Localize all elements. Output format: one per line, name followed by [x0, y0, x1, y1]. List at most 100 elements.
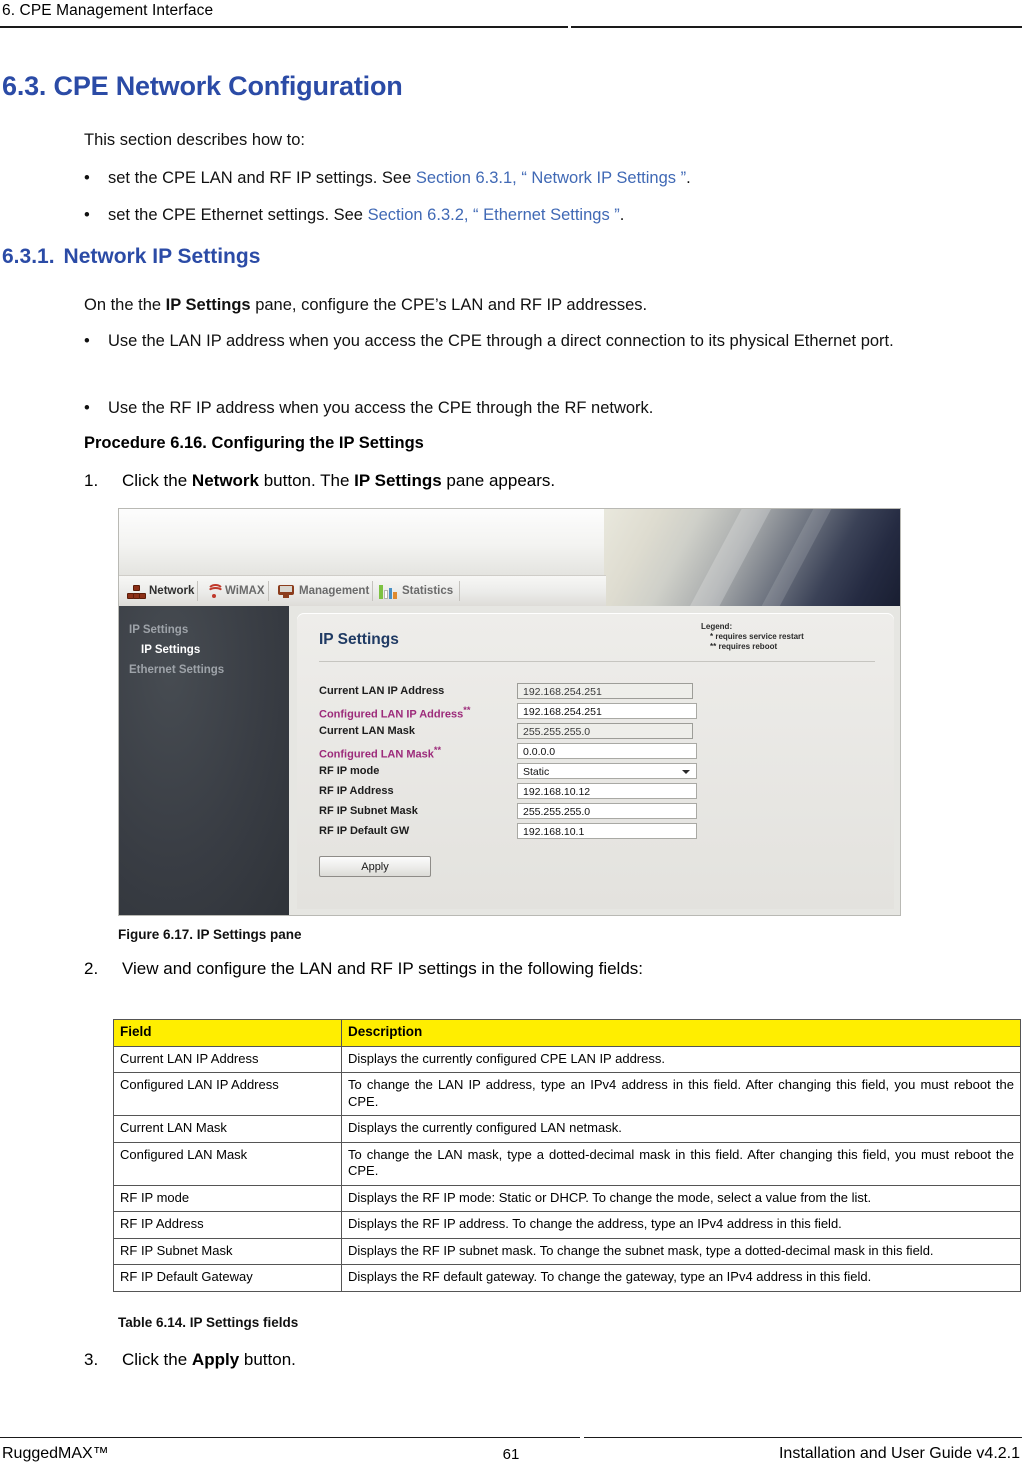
- step-text: Click the Network button. The IP Setting…: [122, 471, 984, 491]
- link-section-6-3-2[interactable]: Section 6.3.2, “ Ethernet Settings ”: [368, 206, 620, 224]
- list-item-text: set the CPE Ethernet settings. See Secti…: [108, 204, 984, 226]
- table-cell-field: Configured LAN IP Address: [113, 1072, 342, 1116]
- field-label-text: Configured LAN Mask: [319, 748, 434, 761]
- bullet-0-pre: set the CPE LAN and RF IP settings. See: [108, 169, 416, 187]
- table-cell-field: Current LAN IP Address: [113, 1045, 342, 1073]
- panel-title: IP Settings: [319, 631, 399, 648]
- nav-tab-label: Network: [149, 585, 195, 597]
- table-cell-field: Configured LAN Mask: [113, 1141, 342, 1186]
- procedure-step: 3. Click the Apply button.: [84, 1350, 984, 1370]
- subsection-intro-post: pane, configure the CPE’s LAN and RF IP …: [250, 296, 648, 314]
- bullet-dot: •: [84, 169, 90, 187]
- list-item: • set the CPE Ethernet settings. See Sec…: [84, 204, 984, 226]
- subsection-label: Network IP Settings: [63, 245, 261, 268]
- list-item-text: Use the LAN IP address when you access t…: [108, 332, 894, 350]
- step-number: 3.: [84, 1350, 99, 1369]
- nav-separator: [459, 581, 460, 601]
- field-label-configured-lan-ip-address: Configured LAN IP Address**: [319, 705, 470, 721]
- table-cell-description: To change the LAN IP address, type an IP…: [341, 1072, 1021, 1116]
- apply-button[interactable]: Apply: [319, 856, 431, 877]
- table-cell-field: RF IP Default Gateway: [113, 1264, 342, 1292]
- nav-tab-network[interactable]: Network: [127, 576, 194, 606]
- legend-line-reboot: ** requires reboot: [710, 642, 778, 651]
- section-title: 6.3. CPE Network Configuration: [2, 71, 403, 101]
- nav-separator: [197, 581, 198, 601]
- table-row: RF IP Default Gateway Displays the RF de…: [113, 1264, 1021, 1292]
- table-cell-description: Displays the RF IP address. To change th…: [341, 1211, 1021, 1239]
- monitor-icon: [278, 584, 294, 598]
- page-header: 6. CPE Management Interface: [0, 0, 1022, 30]
- table-header-row: Field Description: [113, 1019, 1021, 1047]
- table-caption: Table 6.14. IP Settings fields: [118, 1315, 299, 1330]
- bullet-1-pre: set the CPE Ethernet settings. See: [108, 206, 368, 224]
- list-item-text: set the CPE LAN and RF IP settings. See …: [108, 167, 984, 189]
- nav-separator: [268, 581, 269, 601]
- figure-ip-settings-pane-screenshot: Network WiMAX Management Statistics IP S…: [118, 508, 901, 916]
- field-input-rf-ip-address[interactable]: 192.168.10.12: [517, 783, 697, 799]
- field-value-current-lan-ip-address: 192.168.254.251: [517, 683, 693, 699]
- header-rule-gap: [568, 25, 571, 29]
- subsection-intro-bold: IP Settings: [165, 296, 251, 314]
- bullet-dot: •: [84, 332, 90, 350]
- bar-chart-icon: [379, 584, 398, 599]
- table-row: Current LAN Mask Displays the currently …: [113, 1115, 1021, 1143]
- field-label-rf-ip-mode: RF IP mode: [319, 765, 380, 777]
- step-number: 2.: [84, 959, 99, 978]
- sidebar-item-ethernet-settings[interactable]: Ethernet Settings: [129, 664, 224, 676]
- field-label-rf-ip-default-gw: RF IP Default GW: [319, 825, 410, 837]
- list-item: • Use the RF IP address when you access …: [84, 397, 989, 419]
- field-label-rf-ip-address: RF IP Address: [319, 785, 394, 797]
- procedure-title: Procedure 6.16. Configuring the IP Setti…: [84, 434, 424, 452]
- link-section-6-3-1[interactable]: Section 6.3.1, “ Network IP Settings ”: [416, 169, 686, 187]
- table-column-header-field: Field: [113, 1019, 342, 1047]
- table-cell-field: RF IP mode: [113, 1184, 342, 1212]
- step-text: Click the Apply button.: [122, 1350, 984, 1370]
- footer-rule-gap: [580, 1436, 584, 1440]
- figure-caption: Figure 6.17. IP Settings pane: [118, 927, 302, 942]
- table-cell-field: Current LAN Mask: [113, 1115, 342, 1143]
- footer-guide-title: Installation and User Guide v4.2.1: [778, 1445, 1020, 1462]
- table-cell-description: Displays the RF IP subnet mask. To chang…: [341, 1237, 1021, 1265]
- bullet-1-post: .: [619, 206, 625, 224]
- nav-tab-wimax[interactable]: WiMAX: [207, 576, 265, 606]
- field-label-current-lan-mask: Current LAN Mask: [319, 725, 415, 737]
- field-value-current-lan-mask: 255.255.255.0: [517, 723, 693, 739]
- table-row: Configured LAN IP Address To change the …: [113, 1072, 1021, 1116]
- list-item: • Use the LAN IP address when you access…: [84, 330, 989, 352]
- field-input-configured-lan-ip-address[interactable]: 192.168.254.251: [517, 703, 697, 719]
- field-select-rf-ip-mode[interactable]: Static: [517, 763, 697, 779]
- table-cell-description: Displays the currently configured LAN ne…: [341, 1115, 1021, 1143]
- table-cell-field: RF IP Address: [113, 1211, 342, 1239]
- field-input-configured-lan-mask[interactable]: 0.0.0.0: [517, 743, 697, 759]
- nav-tab-label: Management: [299, 585, 370, 597]
- field-input-rf-ip-default-gw[interactable]: 192.168.10.1: [517, 823, 697, 839]
- legend-heading: Legend:: [701, 622, 733, 631]
- field-marker: **: [433, 745, 442, 755]
- sidebar-item-ip-settings[interactable]: IP Settings: [141, 644, 200, 656]
- nav-tab-management[interactable]: Management: [278, 576, 369, 606]
- list-item-text: Use the RF IP address when you access th…: [108, 399, 654, 417]
- step-number: 1.: [84, 471, 99, 490]
- subsection-title: 6.3.1. Network IP Settings: [2, 245, 260, 269]
- table-row: Configured LAN Mask To change the LAN ma…: [113, 1141, 1021, 1186]
- field-select-value: Static: [523, 766, 550, 778]
- table-cell-field: RF IP Subnet Mask: [113, 1237, 342, 1265]
- table-row: RF IP mode Displays the RF IP mode: Stat…: [113, 1184, 1021, 1212]
- table-cell-description: Displays the currently configured CPE LA…: [341, 1045, 1021, 1073]
- network-icon: [127, 584, 146, 599]
- app-panel-surface: IP Settings Legend: * requires service r…: [297, 613, 894, 909]
- field-label-configured-lan-mask: Configured LAN Mask**: [319, 745, 441, 761]
- app-banner-image: [604, 509, 900, 648]
- sidebar-group-label: IP Settings: [129, 624, 189, 636]
- nav-tab-statistics[interactable]: Statistics: [379, 576, 453, 606]
- field-input-rf-ip-subnet-mask[interactable]: 255.255.255.0: [517, 803, 697, 819]
- step-0-post: pane appears.: [441, 471, 556, 490]
- legend: Legend: * requires service restart ** re…: [701, 622, 804, 652]
- procedure-step: 2. View and configure the LAN and RF IP …: [84, 959, 984, 979]
- wimax-antenna-icon: [207, 584, 224, 598]
- subsection-intro: On the the IP Settings pane, configure t…: [84, 295, 984, 316]
- field-label-text: Configured LAN IP Address: [319, 708, 464, 721]
- step-0-bold1: Network: [191, 471, 259, 490]
- table-cell-description: Displays the RF IP mode: Static or DHCP.…: [341, 1184, 1021, 1212]
- table-column-header-description: Description: [341, 1019, 1021, 1047]
